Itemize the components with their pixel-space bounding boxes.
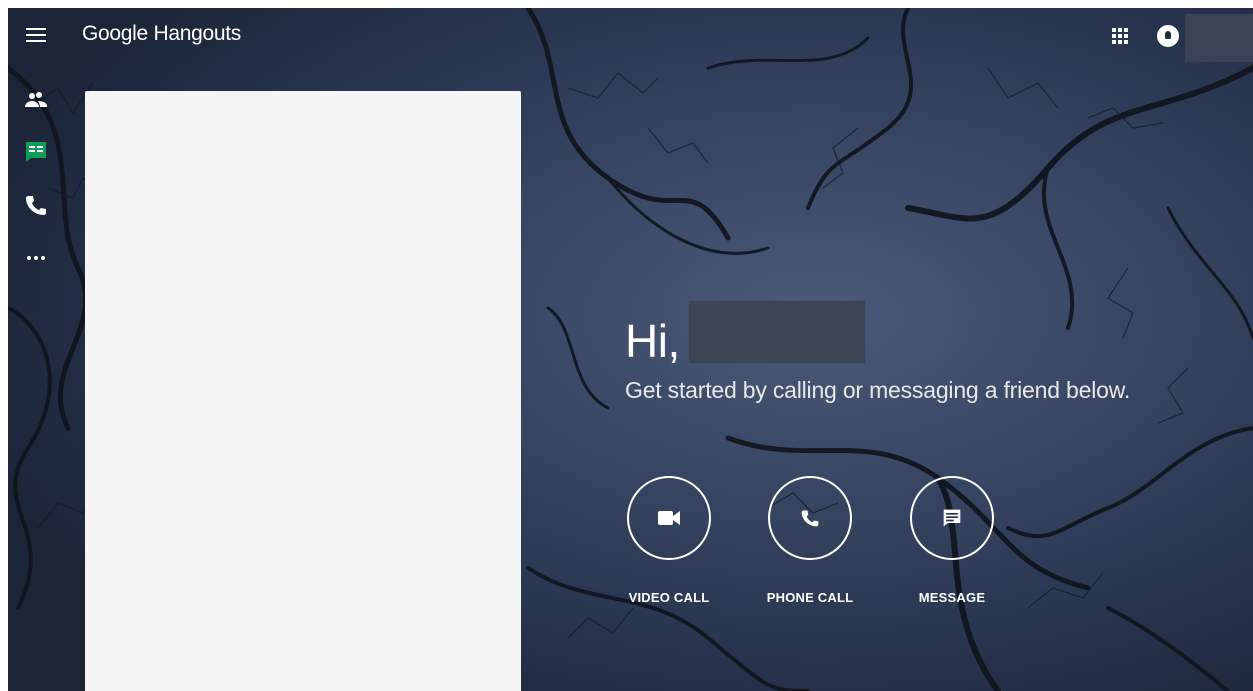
videocam-icon [658,511,680,525]
greeting-text: Hi, [625,315,680,367]
hamburger-menu-icon[interactable] [26,28,46,44]
conversations-icon[interactable] [24,140,48,164]
account-avatar[interactable] [1185,14,1253,62]
apps-grid-icon[interactable] [1112,28,1128,44]
app-title: Google Hangouts [82,22,241,45]
notifications-bell-icon[interactable] [1157,25,1179,47]
welcome-subtitle: Get started by calling or messaging a fr… [625,377,1131,403]
message-icon [943,509,961,527]
message-button[interactable]: MESSAGE [892,476,1012,605]
conversation-list-panel [85,91,521,691]
contacts-icon[interactable] [24,88,48,112]
message-circle[interactable] [910,476,994,560]
app-window: Google Hangouts Hi, Get started by calli… [8,8,1253,691]
video-call-label: VIDEO CALL [628,590,710,605]
phone-call-circle[interactable] [768,476,852,560]
phone-call-button[interactable]: PHONE CALL [750,476,870,605]
message-label: MESSAGE [918,590,986,605]
user-name-redacted [689,301,865,363]
phone-call-label: PHONE CALL [766,590,854,605]
phone-icon[interactable] [24,193,48,217]
phone-icon [801,510,819,527]
video-call-button[interactable]: VIDEO CALL [609,476,729,605]
video-call-circle[interactable] [627,476,711,560]
more-horiz-icon[interactable] [24,246,48,270]
